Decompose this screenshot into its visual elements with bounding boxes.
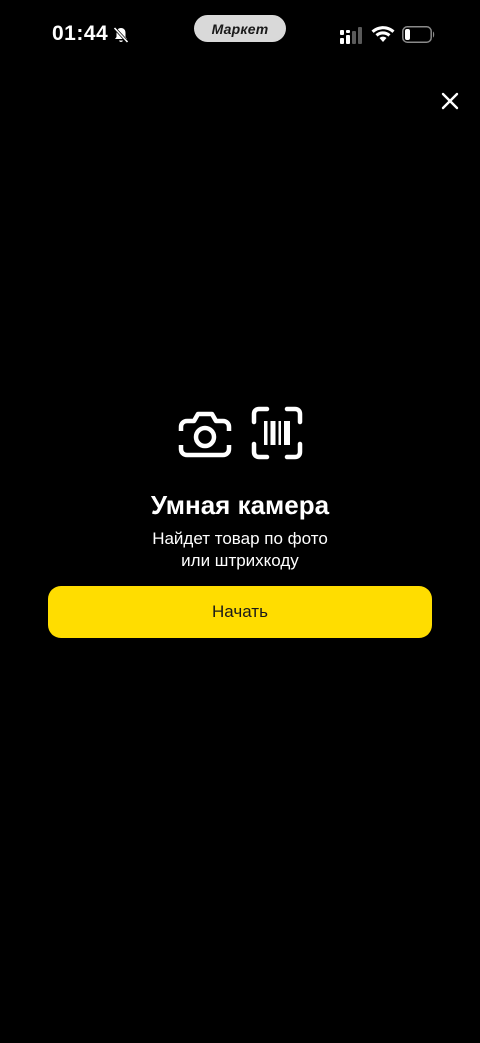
page-subtitle: Найдет товар по фото или штрихкоду bbox=[0, 528, 480, 572]
feature-icons bbox=[0, 405, 480, 465]
subtitle-line-1: Найдет товар по фото bbox=[152, 529, 328, 548]
battery-icon bbox=[402, 26, 436, 43]
camera-icon bbox=[177, 405, 233, 465]
bell-slash-icon bbox=[112, 26, 130, 44]
status-time: 01:44 bbox=[52, 22, 109, 45]
cellular-signal-icon bbox=[340, 27, 364, 45]
start-button[interactable]: Начать bbox=[48, 586, 432, 638]
subtitle-line-2: или штрихкоду bbox=[181, 551, 299, 570]
app-pill[interactable]: Маркет bbox=[194, 15, 286, 42]
status-bar: 01:44 Маркет bbox=[0, 0, 480, 70]
barcode-scan-icon bbox=[251, 405, 303, 465]
close-button[interactable] bbox=[432, 85, 468, 121]
close-icon bbox=[441, 92, 459, 115]
page-title: Умная камера bbox=[150, 490, 330, 520]
wifi-icon bbox=[371, 25, 395, 43]
smart-camera-intro: Умная камера Найдет товар по фото или шт… bbox=[0, 405, 480, 572]
